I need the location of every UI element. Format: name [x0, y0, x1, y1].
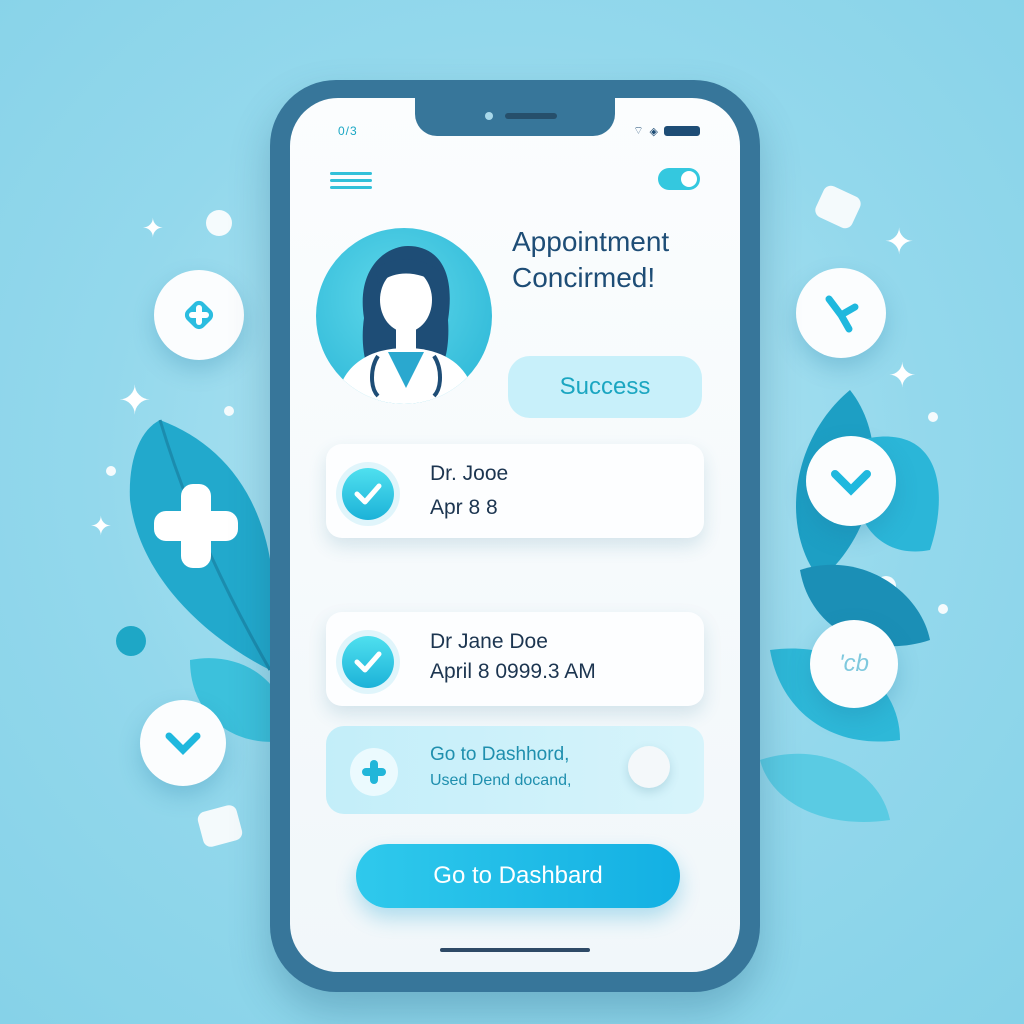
success-badge: Success	[508, 356, 702, 418]
text-bubble: 'cb	[810, 620, 898, 708]
check-icon	[342, 468, 394, 520]
menu-icon[interactable]	[330, 172, 372, 193]
sparkle-icon: ✦	[884, 222, 915, 263]
health-plus-bubble	[154, 270, 244, 360]
dashboard-promo-card[interactable]: Go to Dashhord, Used Dend docand,	[326, 726, 704, 814]
wifi-icon: ⌔	[633, 125, 644, 137]
sparkle-icon: ✦	[90, 512, 112, 542]
appointment-date: Apr 8 8	[430, 496, 498, 519]
appointment-card[interactable]: Dr Jane Doe April 8 0999.3 AM	[326, 612, 704, 706]
promo-title: Go to Dashhord,	[430, 744, 570, 765]
pill-decor	[812, 183, 864, 231]
pill-decor	[196, 803, 244, 849]
doctor-avatar	[316, 228, 492, 404]
settings-toggle[interactable]	[658, 168, 700, 190]
appointment-card[interactable]: Dr. Jooe Apr 8 8	[326, 444, 704, 538]
heart-check-icon	[831, 470, 871, 496]
page-title: Appointment Concirmed!	[512, 226, 670, 293]
phone-frame: 0/3 ⌔ ◈ Appointment Concirmed! Success D…	[270, 80, 760, 992]
pulse-icon	[825, 295, 859, 333]
chevron-check-icon	[165, 732, 201, 755]
battery-icon	[664, 126, 700, 136]
appointment-datetime: April 8 0999.3 AM	[430, 660, 596, 683]
status-icons: ⌔ ◈	[633, 124, 700, 138]
go-to-dashboard-button[interactable]: Go to Dashbard	[356, 844, 680, 908]
heart-check-bubble	[806, 436, 896, 526]
doctor-illustration	[336, 246, 476, 404]
doctor-name: Dr Jane Doe	[430, 630, 548, 653]
sparkle-icon: ✦	[142, 214, 164, 244]
decor-dot	[206, 210, 232, 236]
promo-subtitle: Used Dend docand,	[430, 772, 572, 789]
check-bubble	[140, 700, 226, 786]
status-time: 0/3	[338, 124, 358, 138]
camera-notch	[415, 98, 615, 136]
bubble-text: 'cb	[839, 650, 869, 677]
plus-cross-decor	[148, 478, 244, 574]
y-bubble	[796, 268, 886, 358]
check-icon	[342, 636, 394, 688]
doctor-name: Dr. Jooe	[430, 462, 509, 485]
plus-icon	[184, 300, 214, 330]
promo-toggle[interactable]	[628, 746, 670, 788]
signal-icon: ◈	[649, 125, 658, 138]
plus-icon	[350, 748, 398, 796]
home-indicator[interactable]	[440, 948, 590, 952]
phone-screen: 0/3 ⌔ ◈ Appointment Concirmed! Success D…	[290, 98, 740, 972]
decor-dot	[106, 466, 116, 476]
